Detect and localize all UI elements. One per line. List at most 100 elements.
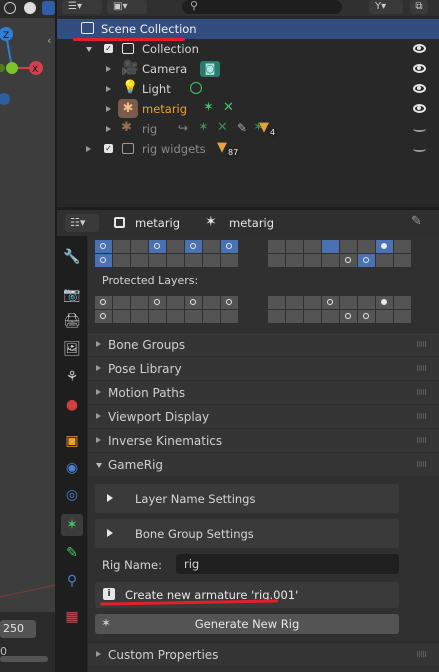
layer-toggle[interactable] bbox=[131, 310, 148, 323]
panel-viewport-display[interactable]: Viewport Display bbox=[88, 404, 439, 428]
eye-icon[interactable] bbox=[413, 64, 426, 73]
layer-toggle[interactable] bbox=[203, 310, 220, 323]
layer-toggle[interactable] bbox=[394, 296, 411, 309]
outliner-row-camera[interactable]: 🎥 Camera ◙ bbox=[57, 59, 439, 79]
layer-toggle[interactable] bbox=[113, 296, 130, 309]
layer-toggle[interactable] bbox=[394, 254, 411, 267]
layer-toggle[interactable] bbox=[149, 254, 166, 267]
expand-arrow-icon[interactable] bbox=[86, 47, 92, 52]
layer-toggle[interactable] bbox=[221, 240, 238, 253]
layers-grid-left[interactable] bbox=[95, 240, 238, 267]
wireframe-shading-icon[interactable] bbox=[4, 2, 16, 14]
eye-icon[interactable] bbox=[413, 84, 426, 93]
layer-toggle[interactable] bbox=[113, 310, 130, 323]
expand-arrow-icon[interactable] bbox=[106, 66, 111, 72]
modifier-icon[interactable]: ↪ bbox=[178, 121, 188, 135]
display-mode-dropdown[interactable]: ☰▾ bbox=[62, 0, 102, 14]
subpanel-layer-name-settings[interactable]: Layer Name Settings bbox=[95, 484, 399, 513]
layer-toggle[interactable] bbox=[304, 240, 321, 253]
solid-shading-icon[interactable] bbox=[24, 2, 36, 14]
protected-layers-grid-left[interactable] bbox=[95, 296, 238, 323]
layer-toggle[interactable] bbox=[167, 240, 184, 253]
layer-toggle[interactable] bbox=[376, 296, 393, 309]
layer-toggle[interactable] bbox=[113, 240, 130, 253]
pin-icon[interactable]: ✎ bbox=[411, 214, 422, 229]
rig-name-input[interactable]: rig bbox=[176, 554, 399, 574]
eye-icon[interactable] bbox=[413, 104, 426, 113]
collapse-toolbar-icon[interactable]: ‹ bbox=[47, 34, 51, 47]
panel-gamerig[interactable]: GameRig bbox=[88, 452, 439, 476]
layer-toggle[interactable] bbox=[131, 240, 148, 253]
bone-constraint-tab[interactable]: ⚲ bbox=[61, 570, 83, 592]
layer-toggle[interactable] bbox=[95, 240, 112, 253]
layer-toggle[interactable] bbox=[149, 296, 166, 309]
layer-toggle[interactable] bbox=[131, 254, 148, 267]
layer-toggle[interactable] bbox=[268, 240, 285, 253]
drag-handle-icon[interactable] bbox=[417, 341, 427, 347]
layer-toggle[interactable] bbox=[268, 254, 285, 267]
drag-handle-icon[interactable] bbox=[417, 651, 427, 657]
layer-toggle[interactable] bbox=[340, 254, 357, 267]
layer-toggle[interactable] bbox=[185, 296, 202, 309]
layer-toggle[interactable] bbox=[304, 254, 321, 267]
layer-toggle[interactable] bbox=[286, 254, 303, 267]
layer-toggle[interactable] bbox=[340, 310, 357, 323]
end-frame-field[interactable]: 250 bbox=[0, 620, 36, 638]
layer-toggle[interactable] bbox=[394, 240, 411, 253]
layer-toggle[interactable] bbox=[340, 296, 357, 309]
layer-toggle[interactable] bbox=[221, 296, 238, 309]
outliner-row-metarig[interactable]: ✱ metarig ✶ ✕ bbox=[57, 99, 439, 119]
outliner-row-light[interactable]: 💡 Light bbox=[57, 79, 439, 99]
layer-toggle[interactable] bbox=[322, 254, 339, 267]
layer-toggle[interactable] bbox=[95, 310, 112, 323]
filter-type-dropdown[interactable]: ▣▾ bbox=[107, 0, 147, 14]
layer-toggle[interactable] bbox=[185, 240, 202, 253]
layer-toggle[interactable] bbox=[95, 254, 112, 267]
layer-toggle[interactable] bbox=[167, 254, 184, 267]
layer-toggle[interactable] bbox=[304, 296, 321, 309]
subpanel-bone-group-settings[interactable]: Bone Group Settings bbox=[95, 519, 399, 548]
panel-inverse-kinematics[interactable]: Inverse Kinematics bbox=[88, 428, 439, 452]
exclude-checkbox[interactable]: ✓ bbox=[104, 44, 113, 53]
object-tab[interactable]: ▣ bbox=[61, 430, 83, 452]
protected-layers-grid-right[interactable] bbox=[268, 296, 411, 323]
object-data-tab[interactable]: ✶ bbox=[61, 514, 83, 536]
layer-toggle[interactable] bbox=[167, 296, 184, 309]
render-tab[interactable]: 📷 bbox=[61, 284, 83, 306]
layer-toggle[interactable] bbox=[167, 310, 184, 323]
drag-handle-icon[interactable] bbox=[417, 413, 427, 419]
eye-icon[interactable] bbox=[413, 126, 426, 132]
expand-arrow-icon[interactable] bbox=[86, 146, 91, 152]
layer-toggle[interactable] bbox=[358, 240, 375, 253]
filter-icon[interactable]: Y▾ bbox=[369, 0, 403, 14]
drag-handle-icon[interactable] bbox=[417, 365, 427, 371]
panel-motion-paths[interactable]: Motion Paths bbox=[88, 380, 439, 404]
eye-icon[interactable] bbox=[413, 44, 426, 53]
layer-toggle[interactable] bbox=[221, 254, 238, 267]
layer-toggle[interactable] bbox=[340, 240, 357, 253]
outliner-row-collection[interactable]: ✓ Collection bbox=[57, 39, 439, 59]
expand-arrow-icon[interactable] bbox=[106, 106, 111, 112]
layer-toggle[interactable] bbox=[322, 310, 339, 323]
layer-toggle[interactable] bbox=[322, 240, 339, 253]
layer-toggle[interactable] bbox=[149, 240, 166, 253]
modifier-tab[interactable]: ◉ bbox=[61, 457, 83, 479]
drag-handle-icon[interactable] bbox=[417, 461, 427, 467]
constraint-icon[interactable]: ✕ bbox=[217, 121, 228, 135]
layer-toggle[interactable] bbox=[203, 254, 220, 267]
generate-new-rig-button[interactable]: ✶ Generate New Rig bbox=[95, 614, 399, 634]
view-layer-tab[interactable]: 🖼 bbox=[61, 338, 83, 360]
layer-toggle[interactable] bbox=[131, 296, 148, 309]
layer-toggle[interactable] bbox=[203, 240, 220, 253]
outliner-row-rig-widgets[interactable]: ✓ rig widgets ▼ 87 bbox=[57, 139, 439, 159]
output-tab[interactable]: 🖨 bbox=[61, 310, 83, 332]
material-shading-icon[interactable] bbox=[42, 1, 55, 15]
layer-toggle[interactable] bbox=[221, 310, 238, 323]
layer-toggle[interactable] bbox=[113, 254, 130, 267]
layer-toggle[interactable] bbox=[286, 310, 303, 323]
layer-toggle[interactable] bbox=[149, 310, 166, 323]
layer-toggle[interactable] bbox=[286, 296, 303, 309]
layer-toggle[interactable] bbox=[185, 254, 202, 267]
3d-viewport[interactable]: Z X ‹ 250 0 bbox=[0, 0, 55, 672]
drag-handle-icon[interactable] bbox=[417, 389, 427, 395]
